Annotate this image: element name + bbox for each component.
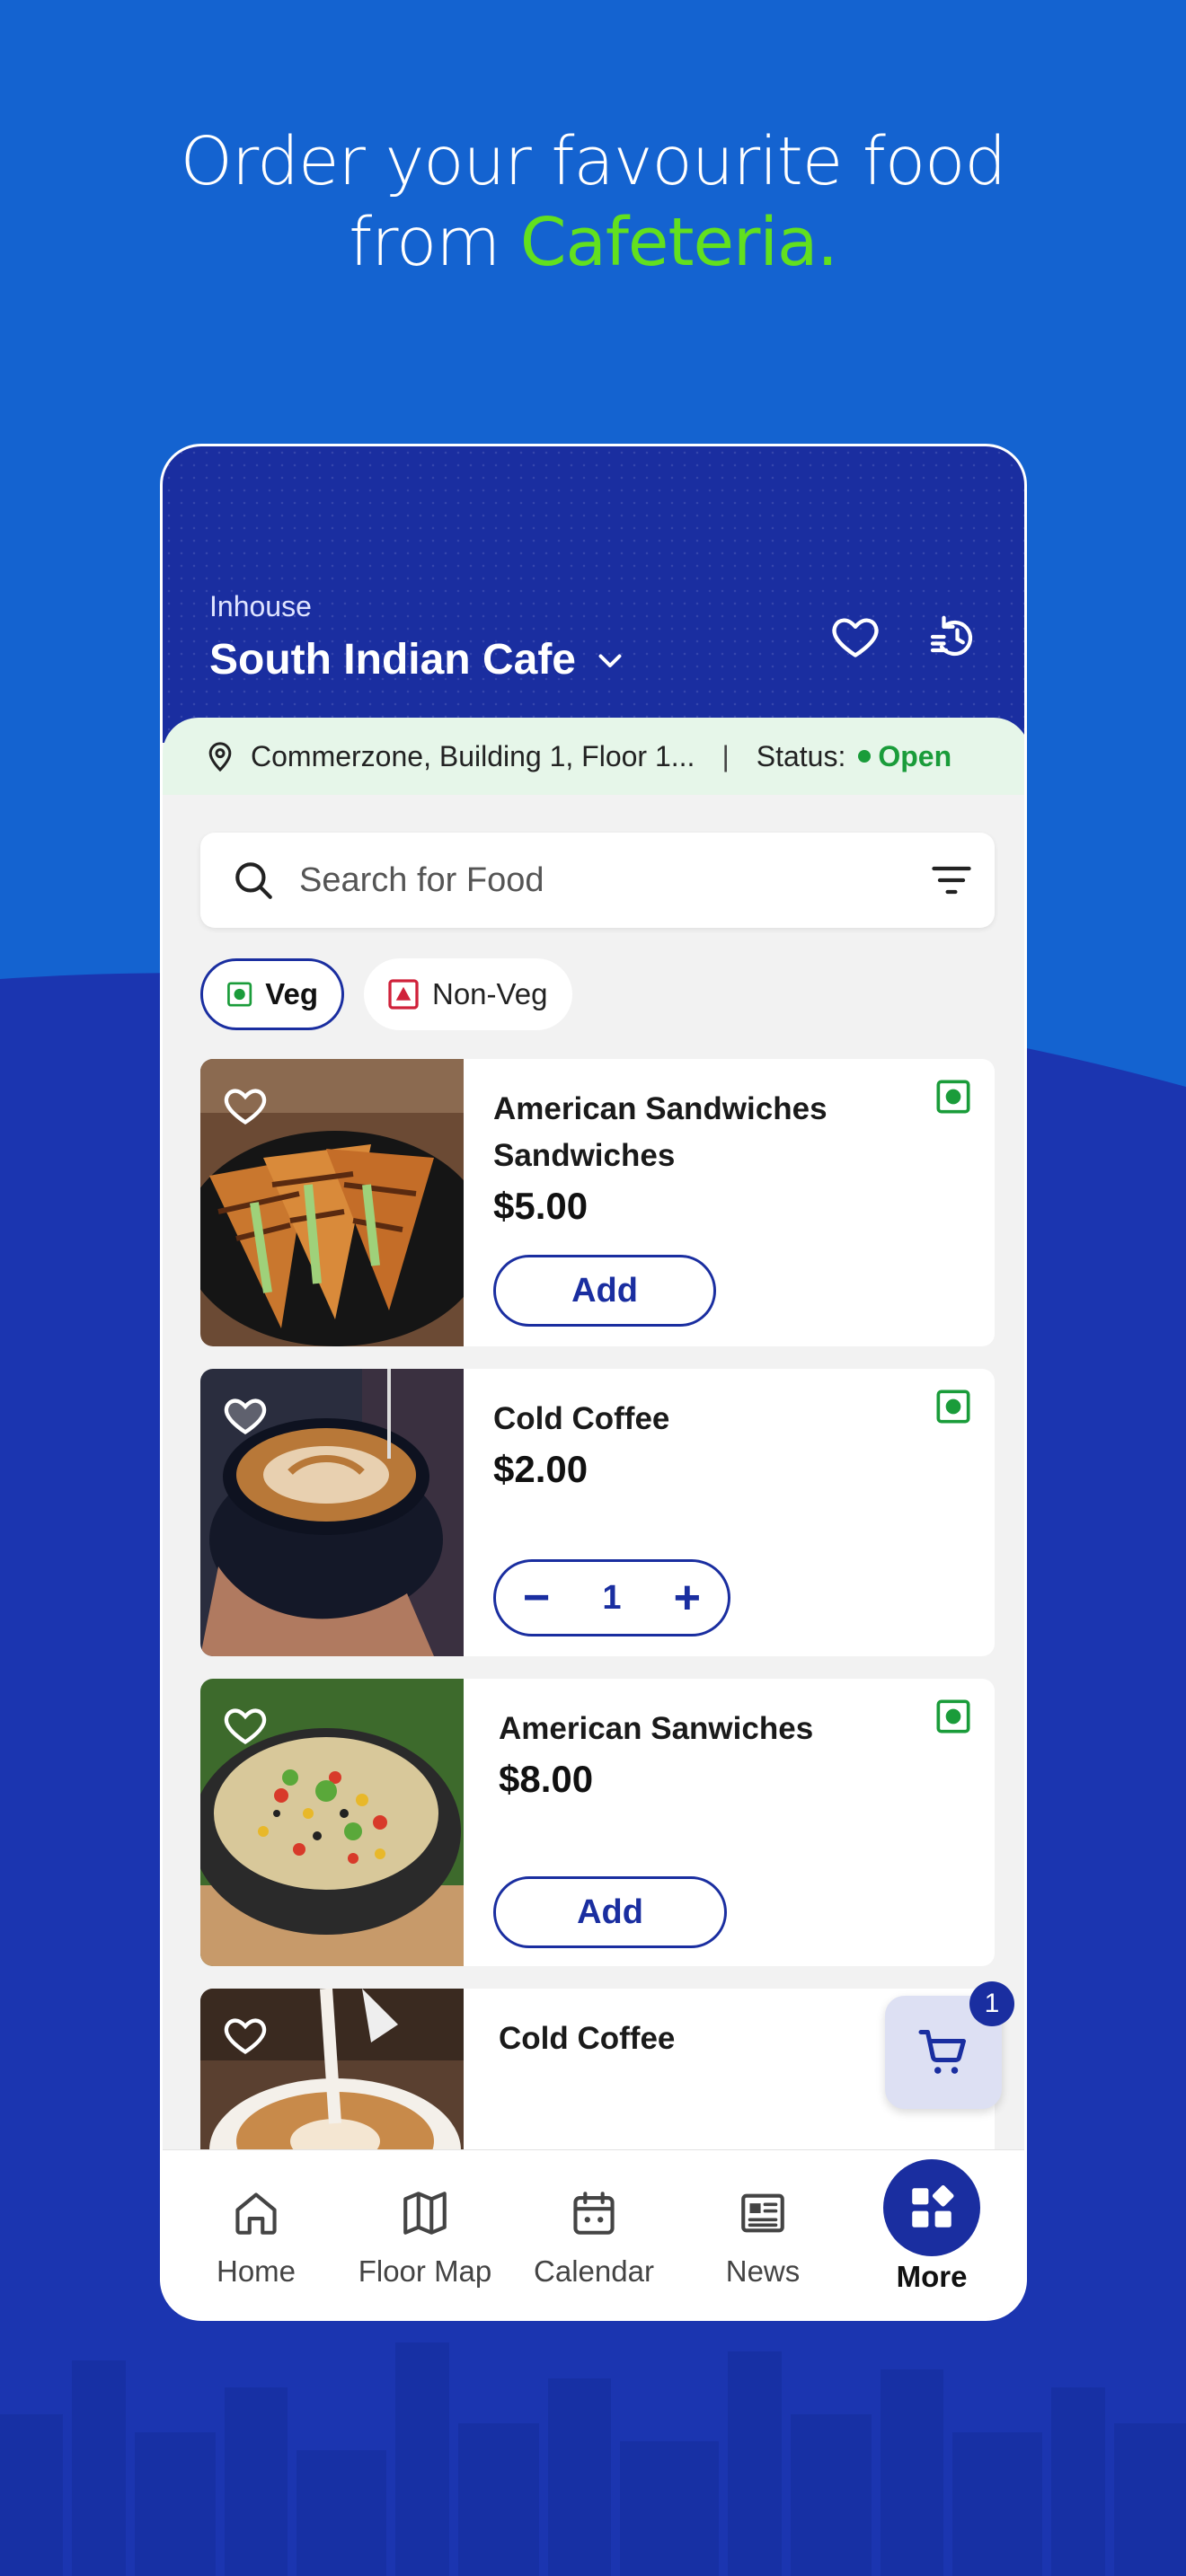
location-pin-icon	[208, 742, 232, 772]
nav-item-floor-map[interactable]: Floor Map	[341, 2150, 509, 2318]
food-card[interactable]: American Sanwiches $8.00 Add	[200, 1679, 995, 1966]
app-header: Inhouse South Indian Cafe	[163, 446, 1024, 743]
filter-chip-veg[interactable]: Veg	[200, 958, 344, 1030]
nav-item-calendar[interactable]: Calendar	[509, 2150, 678, 2318]
headline-line-2: from Cafeteria.	[0, 202, 1186, 283]
favourites-button[interactable]	[827, 608, 884, 666]
bottom-navigation: Home Floor Map Calendar News More	[163, 2149, 1024, 2318]
food-title: American Sanwiches	[499, 1711, 814, 1746]
quantity-stepper[interactable]: − 1 +	[493, 1559, 730, 1636]
headline-accent: Cafeteria.	[519, 204, 838, 281]
headline: Order your favourite food from Cafeteria…	[0, 121, 1186, 283]
filter-chip-label: Veg	[265, 977, 318, 1010]
search-bar[interactable]: Search for Food	[200, 833, 995, 928]
news-icon	[741, 2193, 784, 2233]
nav-label: Calendar	[534, 2254, 654, 2288]
nav-item-more[interactable]: More	[847, 2150, 1016, 2318]
headline-line-2-prefix: from	[349, 204, 520, 281]
status-value: Open	[878, 739, 952, 772]
heart-icon[interactable]	[222, 1702, 269, 1749]
city-skyline	[0, 2342, 1186, 2576]
location-address: Commerzone, Building 1, Floor 1...	[251, 739, 695, 772]
nav-label: News	[725, 2254, 801, 2288]
cart-badge: 1	[969, 1981, 1014, 2026]
search-icon	[235, 862, 272, 899]
increment-button[interactable]: +	[674, 1575, 701, 1621]
headline-line-1: Order your favourite food	[180, 123, 1007, 200]
heart-icon	[832, 618, 879, 657]
quantity-value: 1	[602, 1578, 622, 1617]
add-button[interactable]: Add	[493, 1255, 716, 1327]
cart-icon	[918, 2030, 966, 2074]
order-history-button[interactable]	[926, 608, 984, 666]
veg-icon	[936, 1389, 970, 1424]
add-button[interactable]: Add	[493, 1876, 727, 1948]
cafe-name: South Indian Cafe	[209, 636, 576, 684]
chevron-down-icon	[598, 654, 622, 667]
veg-icon	[936, 1080, 970, 1114]
nav-item-news[interactable]: News	[678, 2150, 847, 2318]
grid-icon	[912, 2185, 954, 2228]
location-bar: Commerzone, Building 1, Floor 1... | Sta…	[163, 718, 1024, 795]
heart-icon[interactable]	[222, 1082, 269, 1129]
nav-item-home[interactable]: Home	[172, 2150, 341, 2318]
map-icon	[403, 2192, 447, 2235]
calendar-icon	[573, 2192, 615, 2235]
food-title: American Sandwiches Sandwiches	[493, 1091, 828, 1173]
heart-icon[interactable]	[222, 2012, 269, 2059]
veg-icon	[227, 982, 252, 1007]
filter-chip-nonveg[interactable]: Non-Veg	[364, 958, 572, 1030]
food-card[interactable]: American Sandwiches Sandwiches $5.00 Add	[200, 1059, 995, 1346]
cart-button[interactable]: 1	[885, 1981, 1014, 2109]
filter-chip-label: Non-Veg	[432, 977, 548, 1010]
cafe-selector[interactable]: South Indian Cafe	[209, 635, 626, 684]
filter-icon[interactable]	[928, 857, 975, 904]
food-price: $2.00	[493, 1448, 589, 1490]
home-icon	[235, 2192, 277, 2235]
nav-label: Floor Map	[358, 2254, 492, 2288]
status-dot	[858, 750, 872, 763]
heart-icon[interactable]	[222, 1392, 269, 1439]
nonveg-icon	[388, 979, 419, 1010]
status-label: Status:	[756, 739, 846, 772]
nav-label: More	[896, 2260, 968, 2293]
food-title: Cold Coffee	[499, 2021, 676, 2056]
food-price: $8.00	[499, 1758, 594, 1800]
food-price: $5.00	[493, 1185, 589, 1227]
search-input[interactable]: Search for Food	[299, 861, 928, 900]
food-card[interactable]: Cold Coffee $2.00 − 1 +	[200, 1369, 995, 1656]
decrement-button[interactable]: −	[523, 1575, 550, 1621]
food-title: Cold Coffee	[493, 1401, 670, 1436]
header-subtitle: Inhouse	[209, 590, 312, 622]
phone-screen: Inhouse South Indian Cafe Commerzone, Bu…	[160, 444, 1027, 2321]
nav-label: Home	[216, 2254, 296, 2288]
order-history-icon	[930, 615, 973, 657]
veg-icon	[936, 1699, 970, 1734]
location-separator: |	[721, 739, 730, 772]
